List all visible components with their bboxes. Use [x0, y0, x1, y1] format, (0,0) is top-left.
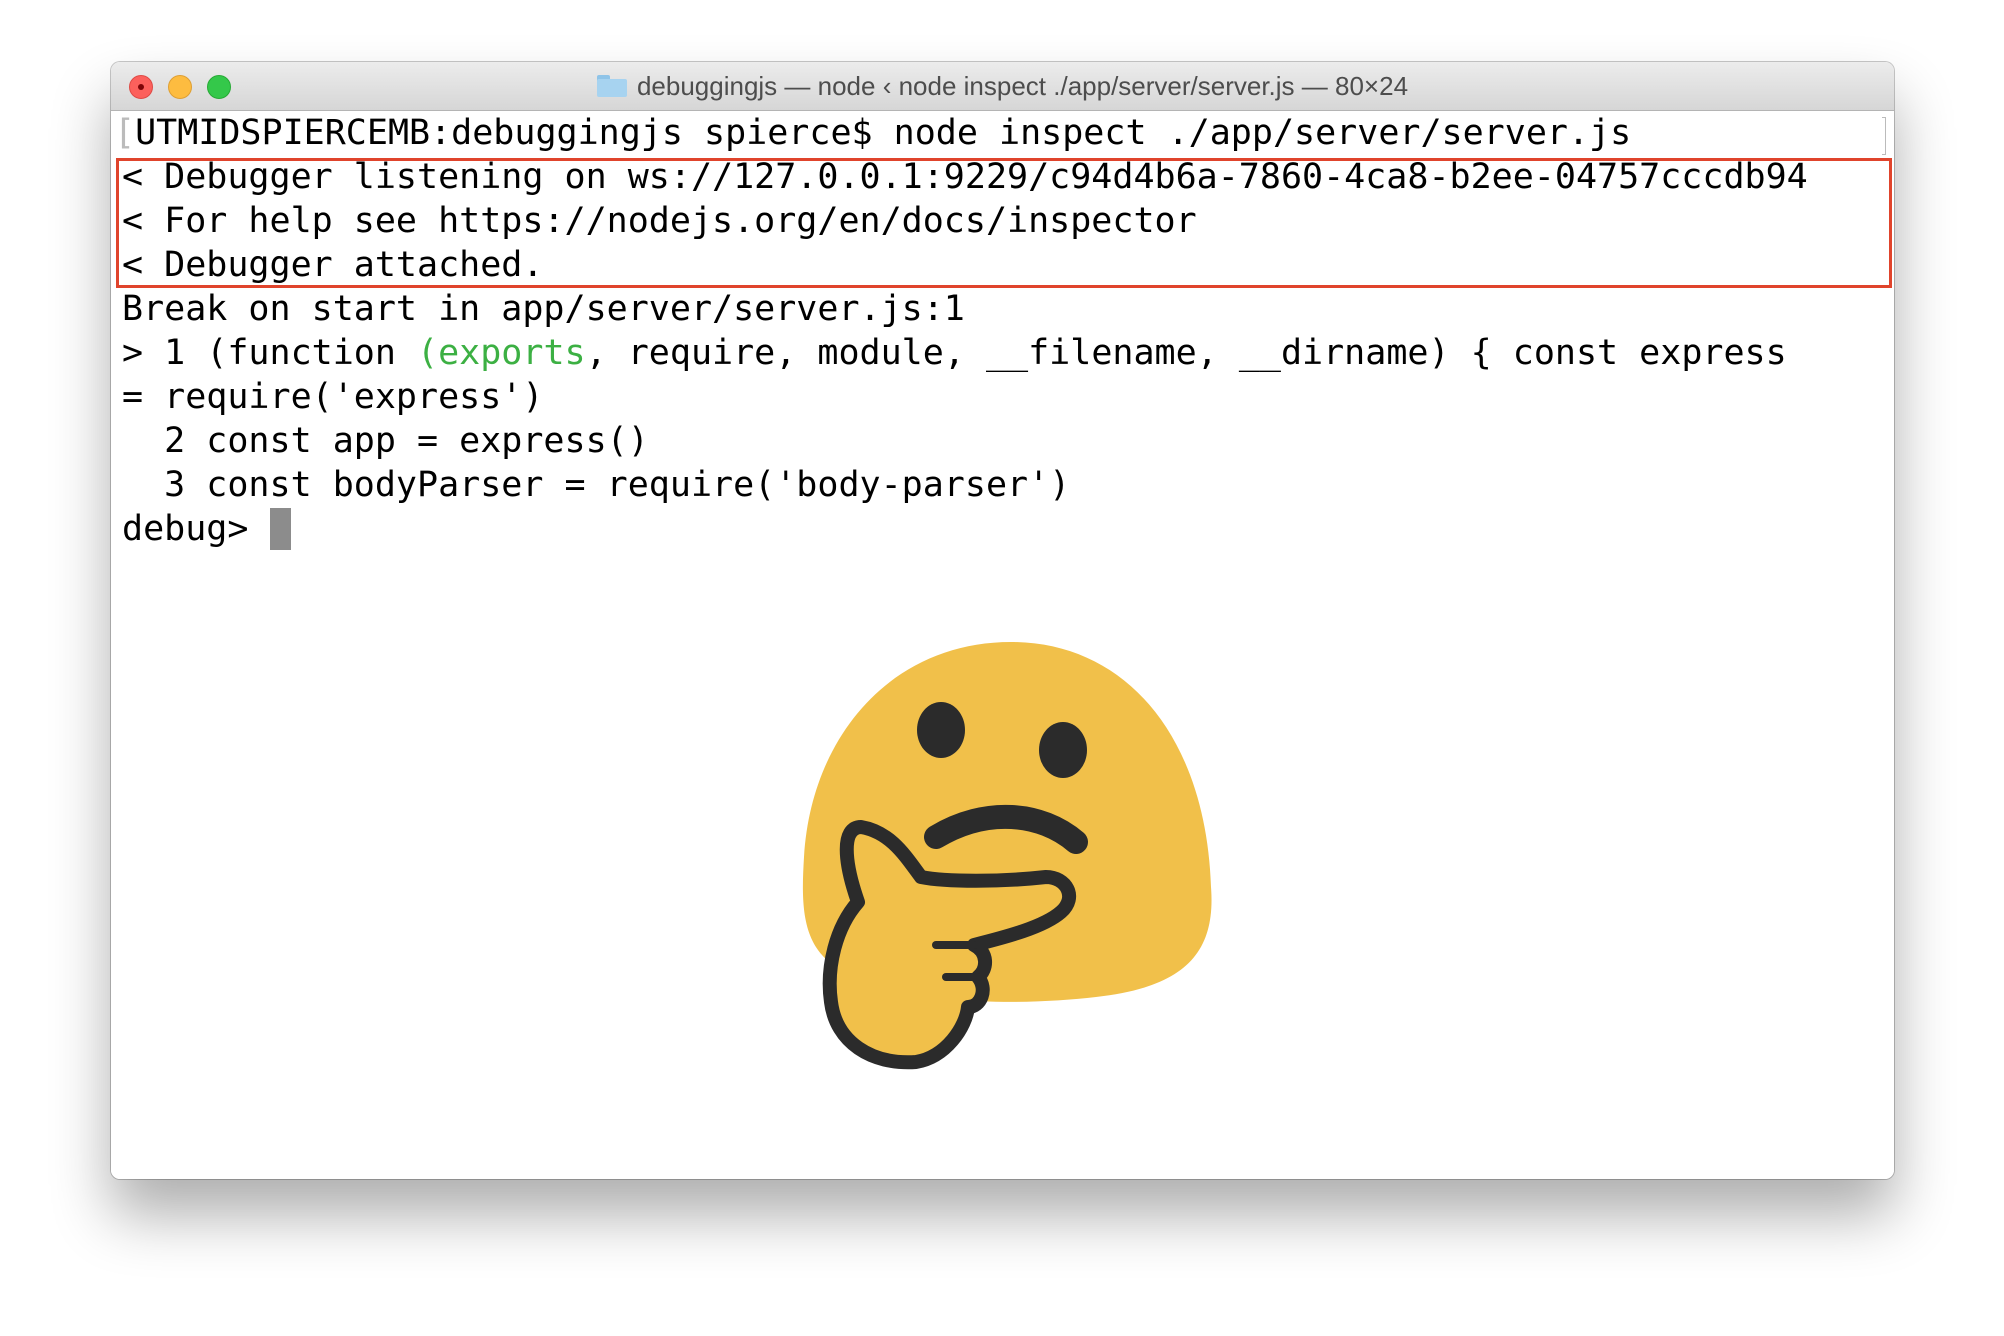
folder-icon	[596, 75, 627, 97]
source-line-1-prefix: > 1 (function	[122, 333, 418, 373]
source-line-1-highlight: (exports	[417, 333, 586, 373]
window-title: debuggingjs — node ‹ node inspect ./app/…	[111, 62, 1894, 110]
source-line-1: > 1 (function (exports, require, module,…	[122, 331, 1787, 375]
terminal-window: debuggingjs — node ‹ node inspect ./app/…	[111, 62, 1894, 1179]
debug-prompt-line[interactable]: debug>	[122, 507, 291, 551]
emoji-right-eye	[1039, 722, 1087, 778]
text-cursor	[269, 508, 291, 550]
thinking-face-icon	[802, 642, 1212, 1070]
mark-bracket-left: [	[114, 113, 136, 153]
source-line-1-wrap: = require('express')	[122, 377, 544, 417]
debug-prompt-text: debug>	[122, 509, 270, 549]
mark-bracket-right	[1882, 117, 1886, 155]
shell-prompt-text: UTMIDSPIERCEMB:debuggingjs spierce$ node…	[135, 113, 1632, 153]
debugger-attached-line: < Debugger attached.	[122, 245, 544, 285]
title-bar[interactable]: debuggingjs — node ‹ node inspect ./app/…	[111, 62, 1894, 111]
emoji-left-eye	[917, 702, 965, 758]
debugger-listening-line: < Debugger listening on ws://127.0.0.1:9…	[122, 157, 1808, 197]
shell-prompt-line: [UTMIDSPIERCEMB:debuggingjs spierce$ nod…	[114, 111, 1631, 155]
break-on-start-line: Break on start in app/server/server.js:1	[122, 289, 965, 329]
debugger-help-line: < For help see https://nodejs.org/en/doc…	[122, 201, 1197, 241]
window-title-text: debuggingjs — node ‹ node inspect ./app/…	[636, 70, 1409, 101]
source-line-2: 2 const app = express()	[122, 421, 649, 461]
source-line-1-rest: , require, module, __filename, __dirname…	[585, 333, 1787, 373]
source-line-3: 3 const bodyParser = require('body-parse…	[122, 465, 1071, 505]
